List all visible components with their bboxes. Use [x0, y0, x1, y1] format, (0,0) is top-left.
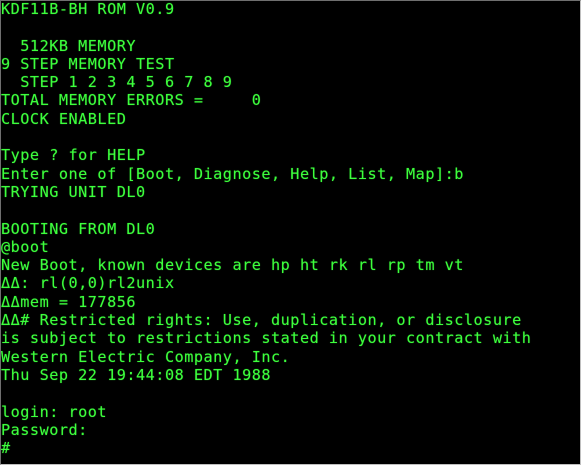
rom-banner-line: KDF11B-BH ROM V0.9 [1, 0, 175, 18]
restricted-rights-line: Western Electric Company, Inc. [1, 347, 291, 366]
shell-prompt: # [1, 439, 11, 458]
text-cursor [11, 441, 20, 455]
booting-line: BOOTING FROM DL0 [1, 219, 156, 238]
clock-line: CLOCK ENABLED [1, 109, 127, 128]
memory-size-line: 512KB MEMORY [1, 36, 137, 55]
terminal-window[interactable]: KDF11B-BH ROM V0.9 512KB MEMORY 9 STEP M… [0, 0, 581, 465]
memory-test-line: 9 STEP MEMORY TEST [1, 54, 175, 73]
known-devices-line: New Boot, known devices are hp ht rk rl … [1, 256, 464, 275]
terminal-screen[interactable]: KDF11B-BH ROM V0.9 512KB MEMORY 9 STEP M… [1, 0, 576, 457]
login-line: login: root [1, 402, 108, 421]
restricted-rights-line: ΔΔ# Restricted rights: Use, duplication,… [1, 311, 522, 330]
restricted-rights-line: is subject to restrictions stated in you… [1, 329, 532, 348]
password-line: Password: [1, 420, 88, 439]
memory-errors-line: TOTAL MEMORY ERRORS = 0 [1, 91, 262, 110]
trying-unit-line: TRYING UNIT DL0 [1, 182, 146, 201]
shell-prompt-line[interactable]: # [1, 439, 576, 457]
help-hint-line: Type ? for HELP [1, 146, 146, 165]
mem-line: ΔΔmem = 177856 [1, 292, 137, 311]
boot-menu-line: Enter one of [Boot, Diagnose, Help, List… [1, 164, 464, 183]
date-line: Thu Sep 22 19:44:08 EDT 1988 [1, 365, 272, 384]
memory-steps-line: STEP 1 2 3 4 5 6 7 8 9 [1, 73, 233, 92]
boot-command-line: @boot [1, 237, 50, 256]
boot-path-line: ΔΔ: rl(0,0)rl2unix [1, 274, 175, 293]
